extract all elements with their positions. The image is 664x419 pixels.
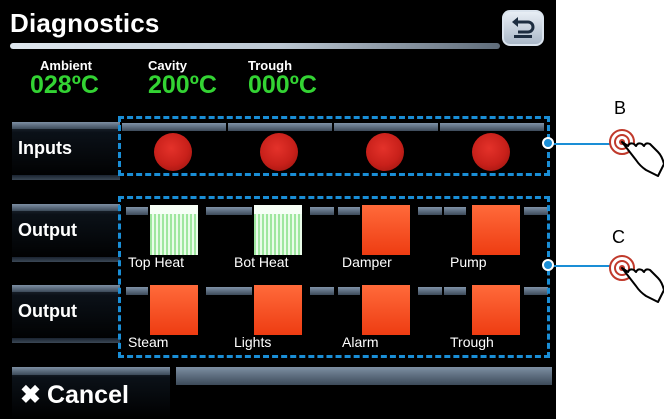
output-row1-label: Output <box>12 204 120 262</box>
cancel-label: Cancel <box>46 381 129 409</box>
diagnostics-screen: Diagnostics Ambient 028ºC Cavity 200ºC T… <box>0 0 556 419</box>
temp-cavity-value: 200ºC <box>148 71 217 99</box>
title-underline <box>10 43 500 49</box>
inputs-row-label: Inputs <box>12 122 120 180</box>
temp-trough: Trough 000ºC <box>248 58 317 100</box>
cancel-button[interactable]: ✖ Cancel <box>12 367 170 419</box>
back-button[interactable] <box>502 10 544 46</box>
callout-c-letter: C <box>612 227 625 247</box>
return-arrow-icon <box>512 17 535 38</box>
callout-b-letter: B <box>614 98 627 118</box>
x-icon: ✖ <box>20 381 41 409</box>
callout-b-line <box>548 143 612 145</box>
page-title: Diagnostics <box>10 8 160 38</box>
outputs-highlight-box <box>118 196 550 358</box>
inputs-highlight-box <box>118 116 550 176</box>
footer-bar <box>176 367 552 385</box>
callout-c-line <box>548 265 612 267</box>
temp-ambient: Ambient 028ºC <box>30 58 99 100</box>
callout-b-dot <box>542 137 554 149</box>
output-row2-label: Output <box>12 285 120 343</box>
temp-trough-value: 000ºC <box>248 71 317 99</box>
touch-hand-icon <box>609 129 664 177</box>
temp-ambient-value: 028ºC <box>30 71 99 99</box>
temp-cavity: Cavity 200ºC <box>148 58 217 100</box>
callout-c-dot <box>542 259 554 271</box>
touch-hand-icon <box>609 255 664 303</box>
